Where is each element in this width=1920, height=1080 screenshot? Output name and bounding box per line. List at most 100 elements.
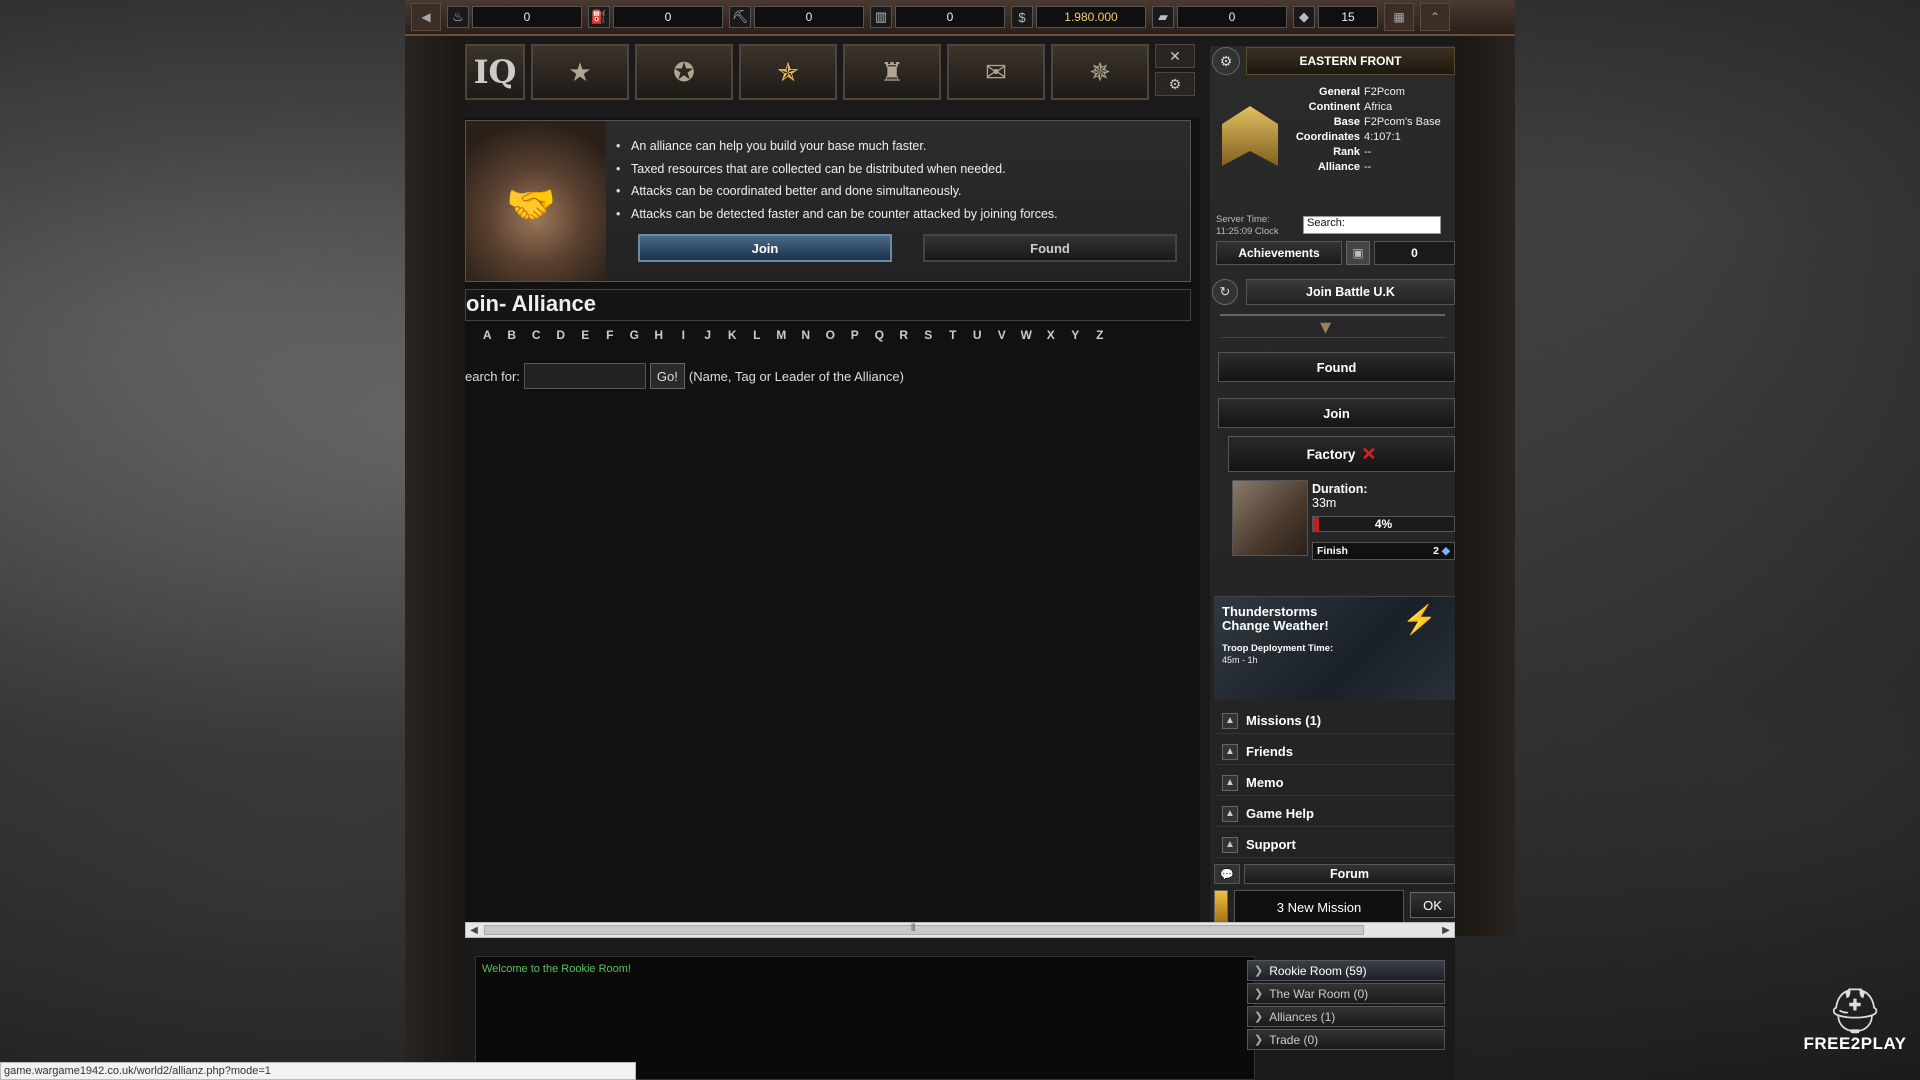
letter-link[interactable]: K: [720, 328, 745, 342]
letter-link[interactable]: S: [916, 328, 941, 342]
rank-chevron-icon[interactable]: ⌃: [1420, 3, 1450, 31]
rank-label: Rank: [1333, 145, 1360, 158]
gold-icon: ▰: [1152, 6, 1174, 28]
found-button[interactable]: Found: [923, 234, 1177, 262]
letter-link[interactable]: M: [769, 328, 794, 342]
nav-research-button[interactable]: ✵: [1051, 44, 1149, 100]
menu-missions[interactable]: ▲ Missions (1): [1216, 708, 1455, 734]
letter-link[interactable]: I: [671, 328, 696, 342]
settings-gears-icon[interactable]: ⚙: [1155, 72, 1195, 96]
search-hint: (Name, Tag or Leader of the Alliance): [688, 368, 904, 384]
horizontal-scrollbar[interactable]: ◀ ⦀ ▶: [465, 922, 1455, 938]
achievements-row: Achievements ▣ 0: [1216, 241, 1455, 265]
join-battle-button[interactable]: Join Battle U.K: [1246, 279, 1455, 305]
letter-link[interactable]: G: [622, 328, 647, 342]
letter-link[interactable]: F: [598, 328, 623, 342]
collapse-left-icon[interactable]: ◀: [411, 3, 441, 31]
letter-link[interactable]: R: [892, 328, 917, 342]
map-icon: ✪: [673, 56, 695, 87]
lightning-icon: ⚡: [1402, 604, 1437, 635]
go-button[interactable]: Go!: [649, 363, 685, 389]
chat-room-tab[interactable]: ❯ Trade (0): [1247, 1029, 1445, 1050]
new-mission-notice[interactable]: 3 New Mission: [1234, 890, 1404, 924]
ok-button[interactable]: OK: [1410, 892, 1455, 918]
helmet-logo-icon: ⛑: [1827, 987, 1883, 1036]
menu-support[interactable]: ▲ Support: [1216, 832, 1455, 858]
right-panel: ⚙ EASTERN FRONT General F2Pcom Continent A…: [1210, 46, 1455, 936]
nav-alliance-button[interactable]: ✯: [739, 44, 837, 100]
duration-label: Duration:: [1312, 482, 1368, 496]
list-item: An alliance can help you build your base…: [616, 135, 1058, 158]
duration-value: 33m: [1312, 496, 1337, 510]
resource-oil: ♨ 0: [447, 6, 582, 28]
list-item: Taxed resources that are collected can b…: [616, 158, 1058, 181]
letter-link[interactable]: Z: [1088, 328, 1113, 342]
grid-icon[interactable]: ▦: [1384, 3, 1414, 31]
grip-icon: ⦀: [911, 923, 916, 934]
scroll-left-icon[interactable]: ◀: [466, 923, 482, 937]
menu-friends[interactable]: ▲ Friends: [1216, 739, 1455, 765]
nav-hq-button[interactable]: IQ: [465, 44, 525, 100]
letter-link[interactable]: C: [524, 328, 549, 342]
chat-room-tab[interactable]: ❯ Alliances (1): [1247, 1006, 1445, 1027]
chevron-right-icon: ❯: [1254, 965, 1264, 977]
rank-value: --: [1364, 145, 1372, 158]
cancel-icon[interactable]: ✕: [1361, 444, 1376, 465]
nav-map-button[interactable]: ✪: [635, 44, 733, 100]
letter-link[interactable]: T: [941, 328, 966, 342]
general-value[interactable]: F2Pcom: [1364, 86, 1405, 98]
letter-link[interactable]: H: [647, 328, 672, 342]
resource-value: 15: [1318, 6, 1378, 28]
forum-button[interactable]: Forum: [1244, 864, 1455, 884]
achievements-button[interactable]: Achievements: [1216, 241, 1342, 265]
letter-link[interactable]: V: [990, 328, 1015, 342]
player-search-input[interactable]: Search:: [1303, 216, 1441, 234]
letter-link[interactable]: E: [573, 328, 598, 342]
letter-link[interactable]: O: [818, 328, 843, 342]
weather-banner[interactable]: Thunderstorms Change Weather! Troop Deplo…: [1214, 596, 1455, 700]
alliance-value: --: [1364, 160, 1372, 173]
diamond-icon: ◆: [1441, 545, 1450, 557]
chat-room-tab[interactable]: ❯ The War Room (0): [1247, 983, 1445, 1004]
letter-link[interactable]: J: [696, 328, 721, 342]
join-button[interactable]: Join: [638, 234, 892, 262]
letter-link[interactable]: N: [794, 328, 819, 342]
letter-link[interactable]: X: [1039, 328, 1064, 342]
letter-link[interactable]: B: [500, 328, 525, 342]
scroll-right-icon[interactable]: ▶: [1438, 923, 1454, 937]
nav-units-button[interactable]: ★: [531, 44, 629, 100]
chat-room-tab[interactable]: ❯ Rookie Room (59): [1247, 960, 1445, 981]
nav-messages-button[interactable]: ✉: [947, 44, 1045, 100]
letter-link[interactable]: Q: [867, 328, 892, 342]
letter-link[interactable]: D: [549, 328, 574, 342]
search-label: earch for:: [465, 368, 520, 384]
menu-game-help[interactable]: ▲ Game Help: [1216, 801, 1455, 827]
close-icon[interactable]: ✕: [1155, 44, 1195, 68]
alliance-search-input[interactable]: [523, 363, 646, 389]
panel-join-button[interactable]: Join: [1218, 398, 1455, 428]
finish-button[interactable]: Finish 2 ◆: [1312, 542, 1455, 560]
room-label: Alliances (1): [1269, 1009, 1336, 1024]
letter-link[interactable]: L: [745, 328, 770, 342]
frame-right: [1455, 36, 1515, 936]
letter-link[interactable]: A: [475, 328, 500, 342]
page-title: oin- Alliance: [466, 291, 596, 316]
menu-memo[interactable]: ▲ Memo: [1216, 770, 1455, 796]
scroll-thumb[interactable]: [484, 925, 1364, 935]
refresh-icon[interactable]: ↻: [1212, 279, 1238, 305]
nav-buildings-button[interactable]: ♜: [843, 44, 941, 100]
letter-link[interactable]: W: [1014, 328, 1039, 342]
letter-link[interactable]: U: [965, 328, 990, 342]
letter-link[interactable]: P: [843, 328, 868, 342]
chat-rooms: ❯ Rookie Room (59) ❯ The War Room (0) ❯ All…: [1247, 960, 1445, 1052]
join-battle-row: ↻ Join Battle U.K: [1212, 278, 1455, 306]
medal-icon: ▣: [1346, 241, 1370, 265]
panel-found-button[interactable]: Found: [1218, 352, 1455, 382]
handshake-image: 🤝: [466, 121, 606, 281]
base-value[interactable]: F2Pcom's Base: [1364, 116, 1441, 128]
letter-link[interactable]: Y: [1063, 328, 1088, 342]
menu-label: Game Help: [1246, 806, 1314, 821]
settings-icon[interactable]: ⚙: [1212, 47, 1240, 75]
resource-value: 0: [613, 6, 723, 28]
coordinates-value: 4:107:1: [1364, 130, 1401, 143]
